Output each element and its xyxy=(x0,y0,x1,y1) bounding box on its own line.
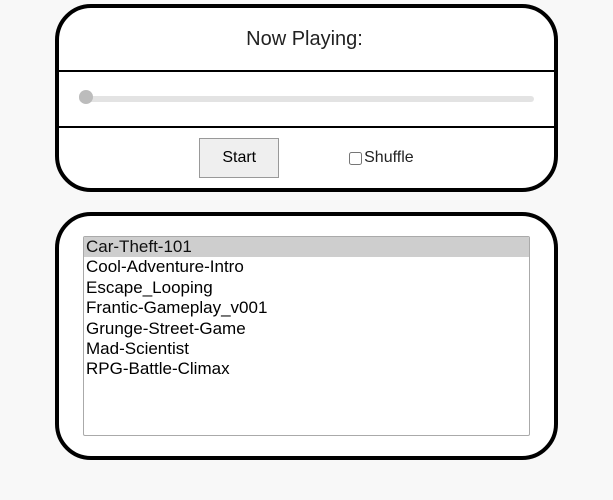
progress-row xyxy=(59,72,554,128)
playlist-item[interactable]: Grunge-Street-Game xyxy=(84,319,529,339)
playlist-item[interactable]: Cool-Adventure-Intro xyxy=(84,257,529,277)
shuffle-control[interactable]: Shuffle xyxy=(349,149,414,167)
playlist-item[interactable]: Frantic-Gameplay_v001 xyxy=(84,298,529,318)
now-playing-label: Now Playing: xyxy=(246,28,363,51)
player-panel: Now Playing: Start Shuffle xyxy=(55,4,558,192)
playlist-listbox[interactable]: Car-Theft-101Cool-Adventure-IntroEscape_… xyxy=(83,236,530,436)
playlist-item[interactable]: Mad-Scientist xyxy=(84,339,529,359)
start-button[interactable]: Start xyxy=(199,138,279,178)
shuffle-checkbox[interactable] xyxy=(349,152,362,165)
playlist-item[interactable]: RPG-Battle-Climax xyxy=(84,359,529,379)
controls-row: Start Shuffle xyxy=(59,128,554,188)
now-playing-row: Now Playing: xyxy=(59,8,554,72)
shuffle-label: Shuffle xyxy=(364,149,414,167)
playlist-panel: Car-Theft-101Cool-Adventure-IntroEscape_… xyxy=(55,212,558,460)
playlist-item[interactable]: Escape_Looping xyxy=(84,278,529,298)
progress-slider[interactable] xyxy=(79,96,534,102)
playlist-item[interactable]: Car-Theft-101 xyxy=(84,237,529,257)
